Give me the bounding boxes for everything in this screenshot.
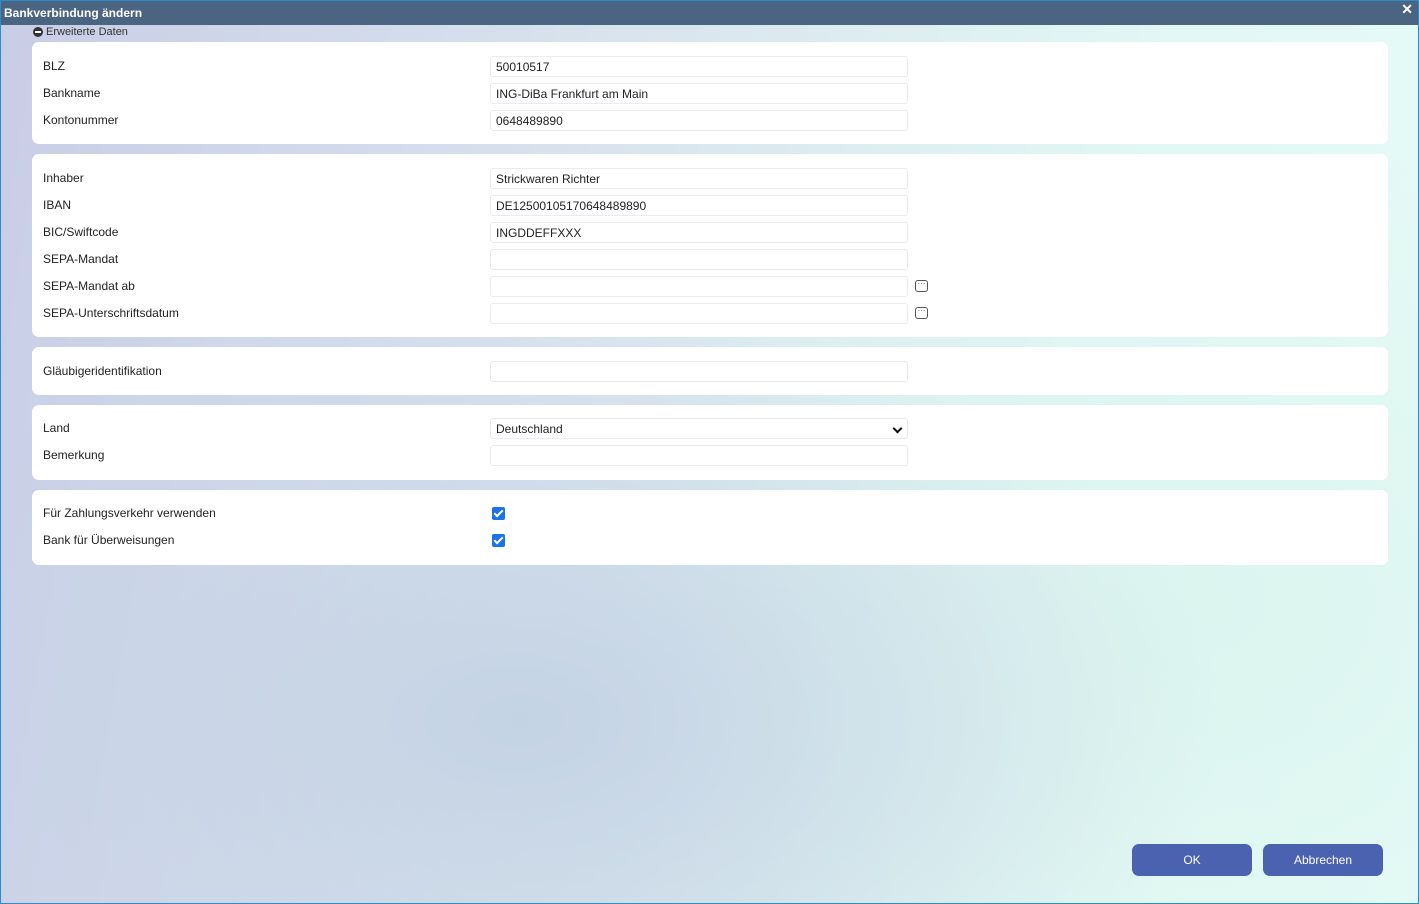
kontonummer-input[interactable]: 0648489890	[490, 110, 908, 131]
bic-input[interactable]: INGDDEFFXXX	[490, 222, 908, 243]
kontonummer-label: Kontonummer	[43, 113, 119, 127]
collapse-icon	[33, 27, 43, 37]
row-glaeubiger: Gläubigeridentifikation	[32, 361, 1388, 382]
ok-button[interactable]: OK	[1132, 844, 1252, 876]
date-picker-icon[interactable]: ···	[915, 307, 928, 319]
bankname-label: Bankname	[43, 86, 101, 100]
sepa-unterschrift-input[interactable]	[490, 303, 908, 324]
panel-land: Land Deutschland Bemerkung	[32, 405, 1388, 480]
dialog-title: Bankverbindung ändern	[1, 1, 1418, 25]
row-bemerkung: Bemerkung	[32, 445, 1388, 466]
cancel-button[interactable]: Abbrechen	[1263, 844, 1383, 876]
row-zahlungsverkehr: Für Zahlungsverkehr verwenden	[32, 503, 1388, 524]
zahlungsverkehr-label: Für Zahlungsverkehr verwenden	[43, 506, 216, 520]
glaeubiger-input[interactable]	[490, 361, 908, 382]
sepa-mandat-label: SEPA-Mandat	[43, 252, 119, 266]
sepa-unterschrift-label: SEPA-Unterschriftsdatum	[43, 306, 179, 320]
close-icon[interactable]: ✕	[1401, 1, 1413, 18]
iban-label: IBAN	[43, 198, 72, 212]
section-toggle[interactable]: Erweiterte Daten	[33, 26, 128, 38]
row-iban: IBAN DE12500105170648489890	[32, 195, 1388, 216]
date-picker-icon[interactable]: ···	[915, 280, 928, 292]
ueberweisungen-label: Bank für Überweisungen	[43, 533, 175, 547]
panel-glaeubiger: Gläubigeridentifikation	[32, 347, 1388, 395]
section-toggle-label: Erweiterte Daten	[46, 26, 128, 38]
panel-sepa: Inhaber Strickwaren Richter IBAN DE1250010…	[32, 154, 1388, 337]
row-bankname: Bankname ING-DiBa Frankfurt am Main	[32, 83, 1388, 104]
land-label: Land	[43, 421, 70, 435]
row-sepa-unterschrift: SEPA-Unterschriftsdatum ···	[32, 303, 1388, 324]
sepa-mandat-ab-label: SEPA-Mandat ab	[43, 279, 135, 293]
row-sepa-mandat: SEPA-Mandat	[32, 249, 1388, 270]
row-inhaber: Inhaber Strickwaren Richter	[32, 168, 1388, 189]
iban-input[interactable]: DE12500105170648489890	[490, 195, 908, 216]
inhaber-input[interactable]: Strickwaren Richter	[490, 168, 908, 189]
blz-label: BLZ	[43, 59, 66, 73]
land-select[interactable]: Deutschland	[490, 418, 908, 439]
row-bic: BIC/Swiftcode INGDDEFFXXX	[32, 222, 1388, 243]
zahlungsverkehr-checkbox[interactable]	[492, 507, 505, 520]
bankname-input[interactable]: ING-DiBa Frankfurt am Main	[490, 83, 908, 104]
bic-label: BIC/Swiftcode	[43, 225, 119, 239]
sepa-mandat-input[interactable]	[490, 249, 908, 270]
row-kontonummer: Kontonummer 0648489890	[32, 110, 1388, 131]
row-land: Land Deutschland	[32, 418, 1388, 439]
ueberweisungen-checkbox[interactable]	[492, 534, 505, 547]
bemerkung-label: Bemerkung	[43, 448, 105, 462]
panel-options: Für Zahlungsverkehr verwenden Bank für Ü…	[32, 490, 1388, 565]
inhaber-label: Inhaber	[43, 171, 84, 185]
dialog-window: Bankverbindung ändern ✕ Erweiterte Daten…	[0, 0, 1419, 904]
row-ueberweisungen: Bank für Überweisungen	[32, 530, 1388, 551]
blz-input[interactable]: 50010517	[490, 56, 908, 77]
row-sepa-mandat-ab: SEPA-Mandat ab ···	[32, 276, 1388, 297]
panel-bank: BLZ 50010517 Bankname ING-DiBa Frankfurt a…	[32, 42, 1388, 144]
glaeubiger-label: Gläubigeridentifikation	[43, 364, 162, 378]
row-blz: BLZ 50010517	[32, 56, 1388, 77]
sepa-mandat-ab-input[interactable]	[490, 276, 908, 297]
bemerkung-input[interactable]	[490, 445, 908, 466]
